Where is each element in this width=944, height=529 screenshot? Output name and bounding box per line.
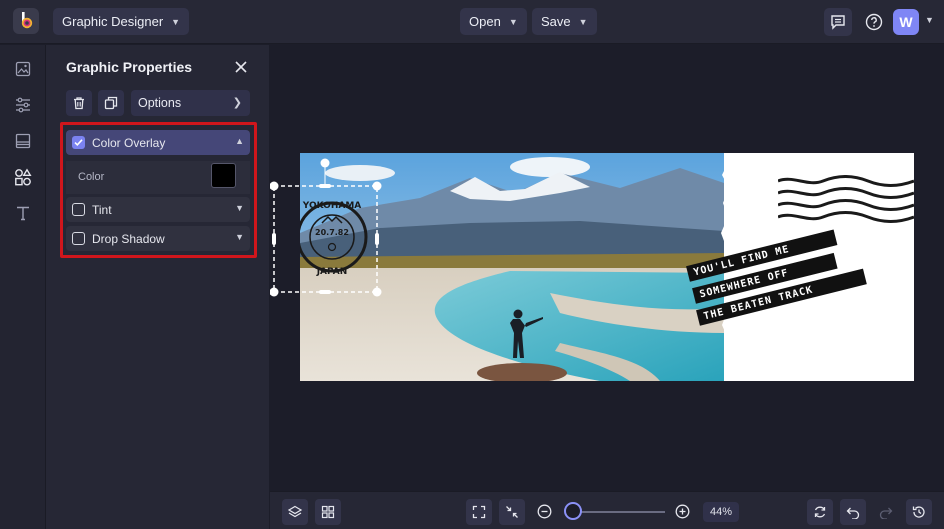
tint-checkbox[interactable] xyxy=(72,203,85,216)
zoom-in-icon[interactable] xyxy=(675,504,690,519)
postmark-waves xyxy=(778,175,914,223)
bottom-toolbar: 44% xyxy=(270,491,944,529)
chevron-down-icon[interactable]: ▼ xyxy=(925,15,934,25)
section-drop-shadow[interactable]: Drop Shadow ▼ xyxy=(66,226,250,251)
chevron-down-icon: ▼ xyxy=(508,16,518,27)
grid-icon xyxy=(321,505,335,519)
feedback-button[interactable] xyxy=(824,8,852,36)
history-button[interactable] xyxy=(906,499,932,525)
redo-icon xyxy=(879,507,893,519)
help-icon xyxy=(865,13,883,31)
zoom-out-icon[interactable] xyxy=(537,504,552,519)
options-label: Options xyxy=(138,96,182,110)
chevron-up-icon: ▲ xyxy=(235,136,244,146)
undo-icon xyxy=(846,507,860,519)
image-icon[interactable] xyxy=(13,59,33,79)
save-dropdown[interactable]: Save ▼ xyxy=(532,8,597,35)
mode-dropdown[interactable]: Graphic Designer ▼ xyxy=(53,8,190,35)
color-field: Color xyxy=(66,161,250,194)
open-label: Open xyxy=(469,14,501,29)
section-label: Tint xyxy=(92,202,112,217)
sliders-icon[interactable] xyxy=(13,95,33,115)
color-label: Color xyxy=(78,171,105,183)
layers-icon xyxy=(288,505,302,518)
duplicate-button[interactable] xyxy=(98,90,124,116)
chevron-right-icon: ❯ xyxy=(232,97,242,109)
section-label: Drop Shadow xyxy=(92,231,165,246)
section-label: Color Overlay xyxy=(92,135,166,150)
color-swatch[interactable] xyxy=(211,163,236,188)
zoom-percentage[interactable]: 44% xyxy=(703,502,739,522)
section-color-overlay[interactable]: Color Overlay ▲ xyxy=(66,130,250,155)
chevron-down-icon: ▼ xyxy=(171,16,181,27)
refresh-button[interactable] xyxy=(807,499,833,525)
zoom-slider-thumb[interactable] xyxy=(564,502,582,520)
redo-button[interactable] xyxy=(873,499,899,525)
mode-label: Graphic Designer xyxy=(62,14,164,29)
collapse-icon xyxy=(506,506,518,518)
color-overlay-checkbox[interactable] xyxy=(72,136,85,149)
check-icon xyxy=(74,139,83,147)
text-icon[interactable] xyxy=(13,203,33,223)
user-avatar[interactable]: W xyxy=(893,9,919,35)
grid-button[interactable] xyxy=(315,499,341,525)
canvas-area[interactable]: YOU'LL FIND ME SOMEWHERE OFF THE BEATEN … xyxy=(270,45,944,491)
shapes-icon[interactable] xyxy=(13,167,33,187)
drop-shadow-checkbox[interactable] xyxy=(72,232,85,245)
chat-icon xyxy=(831,15,845,30)
delete-button[interactable] xyxy=(66,90,92,116)
tool-rail xyxy=(0,45,46,529)
chevron-down-icon: ▼ xyxy=(235,232,244,242)
fit-screen-button[interactable] xyxy=(466,499,492,525)
graphic-properties-panel: Graphic Properties Options ❯ Color Overl… xyxy=(46,45,269,529)
undo-button[interactable] xyxy=(840,499,866,525)
app-logo[interactable] xyxy=(13,8,39,34)
history-icon xyxy=(912,506,925,518)
refresh-icon xyxy=(814,506,826,518)
trash-icon xyxy=(74,97,84,110)
expand-icon xyxy=(472,505,486,519)
artboard[interactable]: YOU'LL FIND ME SOMEWHERE OFF THE BEATEN … xyxy=(300,153,914,381)
actual-size-button[interactable] xyxy=(499,499,525,525)
duplicate-icon xyxy=(104,96,118,110)
close-icon[interactable] xyxy=(233,59,249,75)
section-tint[interactable]: Tint ▼ xyxy=(66,197,250,222)
open-dropdown[interactable]: Open ▼ xyxy=(460,8,527,35)
selection-box[interactable] xyxy=(270,155,386,301)
chevron-down-icon: ▼ xyxy=(235,203,244,213)
logo-icon xyxy=(21,12,33,29)
options-button[interactable]: Options ❯ xyxy=(131,90,250,116)
zoom-slider[interactable] xyxy=(573,511,665,513)
top-bar: Graphic Designer ▼ Open ▼ Save ▼ W ▼ xyxy=(0,0,944,44)
panel-title: Graphic Properties xyxy=(66,59,193,75)
save-label: Save xyxy=(541,14,571,29)
chevron-down-icon: ▼ xyxy=(578,16,588,27)
help-button[interactable] xyxy=(860,8,888,36)
layout-icon[interactable] xyxy=(13,131,33,151)
layers-button[interactable] xyxy=(282,499,308,525)
